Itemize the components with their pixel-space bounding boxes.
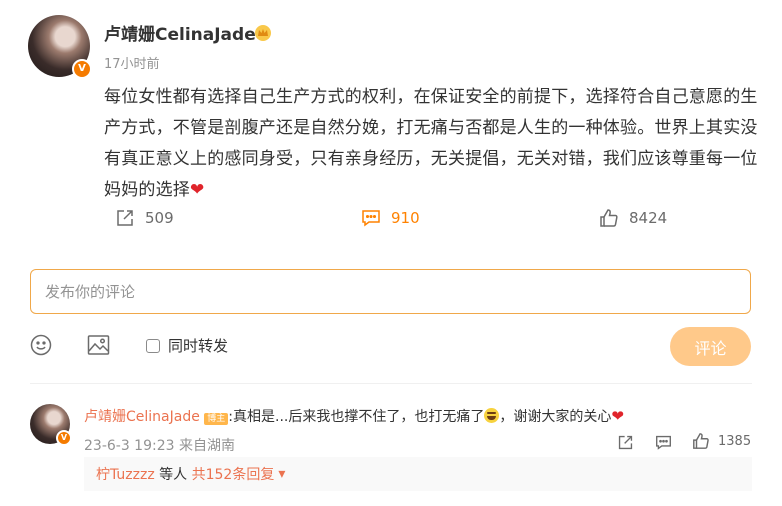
reply-mid-text: 等人 (154, 467, 192, 483)
comment-thumbs-up-icon (693, 433, 709, 449)
comment-verified-badge-icon: V (56, 430, 72, 446)
blogger-badge: 博主 (204, 413, 229, 425)
image-icon[interactable] (87, 334, 110, 356)
submit-comment-button[interactable]: 评论 (670, 327, 751, 366)
reply-total-link[interactable]: 共152条回复 (192, 464, 275, 484)
comment-text-part2: ，谢谢大家的关心 (499, 409, 612, 425)
also-repost-checkbox[interactable] (146, 338, 160, 353)
also-repost-option[interactable]: 同时转发 (146, 335, 228, 356)
comment-repost-icon[interactable] (617, 434, 634, 451)
repost-count: 509 (145, 209, 174, 227)
thumbs-up-icon (600, 209, 618, 227)
also-repost-label: 同时转发 (168, 337, 229, 355)
comment-input-placeholder: 发布你的评论 (45, 283, 136, 301)
chevron-down-icon[interactable]: ▾ (278, 466, 285, 482)
repost-icon (117, 210, 133, 226)
comment-line: 卢靖姗CelinaJade 博主:真相是...后来我也撑不住了，也打无痛了 ，谢谢… (84, 406, 624, 426)
comment-heart-emoji-icon: ❤ (611, 407, 624, 425)
comment-button[interactable]: 910 (361, 208, 420, 228)
comment-reply-icon[interactable] (655, 434, 672, 451)
comment-count: 910 (391, 209, 420, 227)
post-content: 每位女性都有选择自己生产方式的权利，在保证安全的前提下，选择符合自己意愿的生产方… (104, 82, 764, 206)
post-author-name[interactable]: 卢靖姗CelinaJade (104, 20, 256, 45)
post-timestamp: 17小时前 (104, 57, 160, 72)
comment-author-name[interactable]: 卢靖姗CelinaJade (84, 409, 200, 425)
like-count: 8424 (629, 209, 668, 227)
comment-like-button[interactable]: 1385 (692, 432, 751, 450)
comment-input[interactable]: 发布你的评论 (30, 269, 751, 314)
comment-icon (362, 210, 380, 227)
crown-icon (255, 25, 271, 41)
comment-timestamp: 23-6-3 19:23 来自湖南 (84, 438, 235, 454)
section-divider (30, 383, 752, 384)
like-button[interactable]: 8424 (599, 208, 667, 228)
verified-badge-icon: V (72, 59, 92, 79)
post-author-label[interactable]: 卢靖姗CelinaJade (104, 25, 256, 45)
heart-emoji-icon: ❤ (190, 180, 205, 200)
repost-button[interactable]: 509 (115, 208, 174, 228)
comment-like-count: 1385 (718, 433, 752, 449)
reply-summary-bar[interactable]: 柠Tuzzzz 等人 共152条回复 ▾ (84, 457, 752, 491)
comment-text-part1: :真相是...后来我也撑不住了，也打无痛了 (228, 409, 485, 425)
smiley-icon[interactable] (30, 334, 52, 356)
laughing-tears-emoji-icon (484, 408, 500, 423)
reply-user-link[interactable]: 柠Tuzzzz (96, 464, 155, 484)
